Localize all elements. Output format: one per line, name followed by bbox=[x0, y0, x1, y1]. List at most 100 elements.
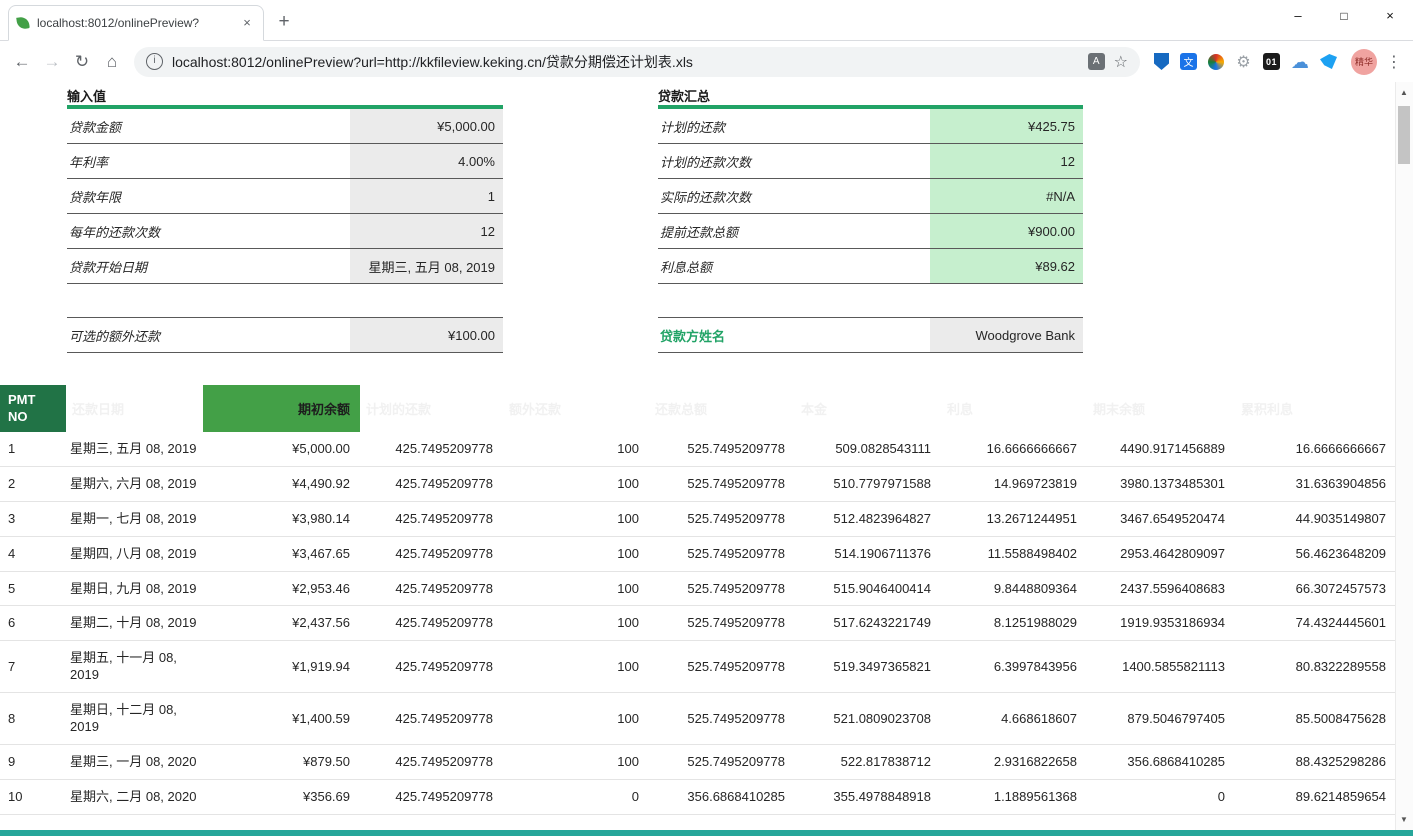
scroll-down-icon[interactable]: ▼ bbox=[1396, 811, 1412, 828]
tab-close-icon[interactable]: × bbox=[239, 15, 255, 31]
schedule-row: 4星期四, 八月 08, 2019¥3,467.65425.7495209778… bbox=[0, 536, 1396, 571]
schedule-cell: 2 bbox=[0, 466, 66, 501]
schedule-cell: 100 bbox=[503, 744, 649, 779]
scrollbar-thumb[interactable] bbox=[1398, 106, 1410, 164]
url-text[interactable]: localhost:8012/onlinePreview?url=http://… bbox=[172, 52, 1079, 72]
schedule-cell: 425.7495209778 bbox=[360, 779, 503, 814]
schedule-cell: 519.3497365821 bbox=[795, 641, 941, 693]
back-icon[interactable]: ← bbox=[8, 48, 36, 76]
row-label: 年利率 bbox=[67, 144, 350, 178]
round-extension-icon[interactable] bbox=[1208, 54, 1224, 70]
scroll-up-icon[interactable]: ▲ bbox=[1396, 84, 1412, 101]
row-label: 计划的还款 bbox=[658, 109, 930, 143]
forward-icon[interactable]: → bbox=[38, 48, 66, 76]
schedule-cell: 356.6868410285 bbox=[1087, 744, 1235, 779]
schedule-cell: 星期三, 一月 08, 2020 bbox=[66, 744, 203, 779]
schedule-cell: 425.7495209778 bbox=[360, 693, 503, 745]
summary-row: 提前还款总额¥900.00 bbox=[658, 214, 1083, 249]
summary-row: 计划的还款次数12 bbox=[658, 144, 1083, 179]
maximize-button[interactable]: □ bbox=[1321, 0, 1367, 32]
gear-extension-icon[interactable]: ⚙ bbox=[1235, 53, 1252, 70]
schedule-cell: 525.7495209778 bbox=[649, 466, 795, 501]
schedule-cell: 13.2671244951 bbox=[941, 501, 1087, 536]
schedule-cell: 100 bbox=[503, 693, 649, 745]
schedule-cell: 9.8448809364 bbox=[941, 571, 1087, 606]
spreadsheet-preview: 输入值 贷款金额¥5,000.00年利率4.00%贷款年限1每年的还款次数12贷… bbox=[0, 82, 1396, 830]
row-label: 可选的额外还款 bbox=[67, 318, 350, 352]
schedule-cell: 16.6666666667 bbox=[941, 432, 1087, 466]
reload-icon[interactable]: ↻ bbox=[68, 48, 96, 76]
schedule-cell: 1919.9353186934 bbox=[1087, 606, 1235, 641]
schedule-cell: 0 bbox=[503, 779, 649, 814]
browser-toolbar: ← → ↻ ⌂ i localhost:8012/onlinePreview?u… bbox=[0, 41, 1413, 83]
schedule-cell: 4490.9171456889 bbox=[1087, 432, 1235, 466]
schedule-row: 2星期六, 六月 08, 2019¥4,490.92425.7495209778… bbox=[0, 466, 1396, 501]
schedule-cell: 100 bbox=[503, 606, 649, 641]
schedule-cell: 44.9035149807 bbox=[1235, 501, 1396, 536]
lender-name-row: 贷款方姓名 Woodgrove Bank bbox=[658, 317, 1083, 353]
schedule-cell: 星期二, 十月 08, 2019 bbox=[66, 606, 203, 641]
browser-menu-icon[interactable]: ⋮ bbox=[1383, 52, 1405, 72]
schedule-cell: 1400.5855821113 bbox=[1087, 641, 1235, 693]
schedule-cell: 356.6868410285 bbox=[649, 779, 795, 814]
schedule-cell: 16.6666666667 bbox=[1235, 432, 1396, 466]
schedule-cell: 14.969723819 bbox=[941, 466, 1087, 501]
bird-extension-icon[interactable] bbox=[1320, 54, 1337, 69]
schedule-cell: 100 bbox=[503, 501, 649, 536]
schedule-cell: ¥879.50 bbox=[203, 744, 360, 779]
schedule-row: 3星期一, 七月 08, 2019¥3,980.14425.7495209778… bbox=[0, 501, 1396, 536]
schedule-cell: 1 bbox=[0, 432, 66, 466]
schedule-cell: 74.4324445601 bbox=[1235, 606, 1396, 641]
row-value: 12 bbox=[350, 214, 503, 248]
schedule-cell: 100 bbox=[503, 536, 649, 571]
schedule-header-6: 本金 bbox=[795, 385, 941, 432]
close-window-button[interactable]: × bbox=[1367, 0, 1413, 32]
home-icon[interactable]: ⌂ bbox=[98, 48, 126, 76]
vertical-scrollbar[interactable]: ▲ ▼ bbox=[1395, 82, 1413, 830]
schedule-cell: 2437.5596408683 bbox=[1087, 571, 1235, 606]
schedule-cell: 0 bbox=[1087, 779, 1235, 814]
bookmark-star-icon[interactable]: ☆ bbox=[1114, 52, 1128, 72]
input-row: 贷款年限1 bbox=[67, 179, 503, 214]
cloud-extension-icon[interactable]: ☁ bbox=[1291, 53, 1309, 71]
schedule-cell: 525.7495209778 bbox=[649, 432, 795, 466]
schedule-cell: 星期五, 十一月 08, 2019 bbox=[66, 641, 203, 693]
shield-extension-icon[interactable] bbox=[1154, 53, 1169, 70]
schedule-cell: 525.7495209778 bbox=[649, 693, 795, 745]
schedule-cell: ¥3,467.65 bbox=[203, 536, 360, 571]
amortization-table: PMT NO还款日期期初余额计划的还款额外还款还款总额本金利息期末余额累积利息 … bbox=[0, 385, 1396, 815]
input-values-section: 输入值 贷款金额¥5,000.00年利率4.00%贷款年限1每年的还款次数12贷… bbox=[67, 86, 503, 353]
schedule-row: 6星期二, 十月 08, 2019¥2,437.56425.7495209778… bbox=[0, 606, 1396, 641]
schedule-cell: ¥1,919.94 bbox=[203, 641, 360, 693]
schedule-cell: 星期日, 十二月 08, 2019 bbox=[66, 693, 203, 745]
schedule-cell: 89.6214859654 bbox=[1235, 779, 1396, 814]
schedule-row: 7星期五, 十一月 08, 2019¥1,919.94425.749520977… bbox=[0, 641, 1396, 693]
schedule-cell: 425.7495209778 bbox=[360, 744, 503, 779]
browser-window: localhost:8012/onlinePreview? × + – □ × … bbox=[0, 0, 1413, 836]
browser-tab[interactable]: localhost:8012/onlinePreview? × bbox=[8, 5, 264, 41]
input-section-title: 输入值 bbox=[67, 86, 503, 104]
schedule-cell: 2953.4642809097 bbox=[1087, 536, 1235, 571]
schedule-cell: 星期四, 八月 08, 2019 bbox=[66, 536, 203, 571]
01-extension-icon[interactable]: 01 bbox=[1263, 53, 1280, 70]
minimize-button[interactable]: – bbox=[1275, 0, 1321, 32]
tab-title: localhost:8012/onlinePreview? bbox=[37, 16, 231, 30]
schedule-cell: 425.7495209778 bbox=[360, 571, 503, 606]
summary-rows: 计划的还款¥425.75计划的还款次数12实际的还款次数#N/A提前还款总额¥9… bbox=[658, 109, 1083, 284]
schedule-cell: 1.1889561368 bbox=[941, 779, 1087, 814]
empty-row bbox=[67, 284, 503, 317]
schedule-cell: 2.9316822658 bbox=[941, 744, 1087, 779]
profile-avatar[interactable]: 精华 bbox=[1351, 49, 1377, 75]
schedule-cell: 509.0828543111 bbox=[795, 432, 941, 466]
row-label: 贷款开始日期 bbox=[67, 249, 350, 283]
schedule-cell: 512.4823964827 bbox=[795, 501, 941, 536]
page-info-icon[interactable]: i bbox=[146, 53, 163, 70]
address-bar[interactable]: i localhost:8012/onlinePreview?url=http:… bbox=[134, 47, 1140, 77]
translate-icon[interactable]: A bbox=[1088, 53, 1105, 70]
row-label: 实际的还款次数 bbox=[658, 179, 930, 213]
translate-extension-icon[interactable]: 文 bbox=[1180, 53, 1197, 70]
new-tab-button[interactable]: + bbox=[270, 8, 298, 36]
schedule-cell: 6.3997843956 bbox=[941, 641, 1087, 693]
schedule-cell: 星期日, 九月 08, 2019 bbox=[66, 571, 203, 606]
summary-row: 实际的还款次数#N/A bbox=[658, 179, 1083, 214]
